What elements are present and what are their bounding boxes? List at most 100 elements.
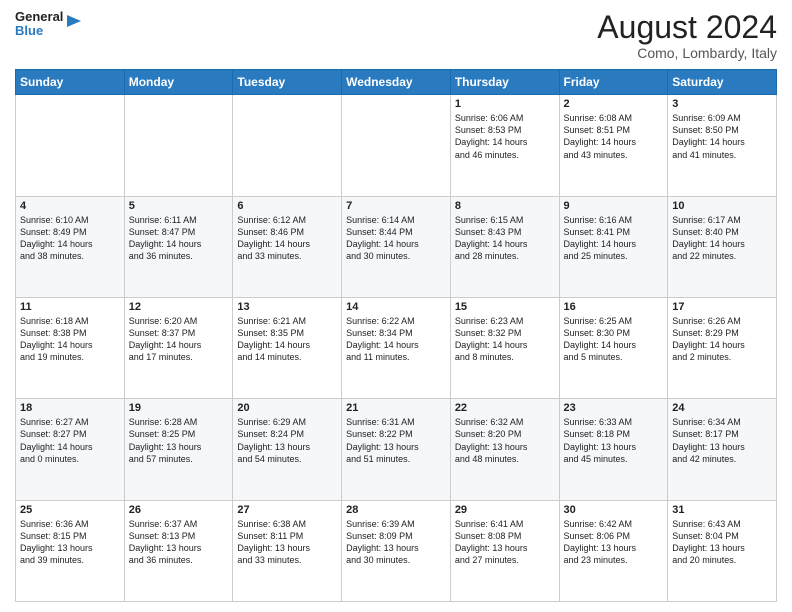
- calendar-cell-1-4: 8Sunrise: 6:15 AMSunset: 8:43 PMDaylight…: [450, 196, 559, 297]
- calendar-cell-2-2: 13Sunrise: 6:21 AMSunset: 8:35 PMDayligh…: [233, 297, 342, 398]
- day-info-line: Daylight: 13 hours: [237, 441, 337, 453]
- day-info-line: Daylight: 14 hours: [20, 441, 120, 453]
- day-info-line: Sunset: 8:17 PM: [672, 428, 772, 440]
- day-info-line: Daylight: 13 hours: [346, 441, 446, 453]
- day-info-line: and 23 minutes.: [564, 554, 664, 566]
- day-number: 25: [20, 504, 120, 516]
- day-number: 18: [20, 402, 120, 414]
- day-info-line: Daylight: 14 hours: [672, 238, 772, 250]
- day-info-line: Daylight: 13 hours: [455, 441, 555, 453]
- day-number: 28: [346, 504, 446, 516]
- day-info-line: Sunset: 8:30 PM: [564, 327, 664, 339]
- logo-flag-icon: [65, 13, 83, 35]
- day-number: 22: [455, 402, 555, 414]
- day-number: 30: [564, 504, 664, 516]
- day-info-line: Sunrise: 6:23 AM: [455, 315, 555, 327]
- day-info-line: Sunrise: 6:32 AM: [455, 416, 555, 428]
- calendar-subtitle: Como, Lombardy, Italy: [597, 45, 777, 61]
- day-number: 5: [129, 200, 229, 212]
- day-info-line: and 45 minutes.: [564, 453, 664, 465]
- day-number: 4: [20, 200, 120, 212]
- calendar-cell-4-5: 30Sunrise: 6:42 AMSunset: 8:06 PMDayligh…: [559, 500, 668, 601]
- day-info-line: Daylight: 14 hours: [564, 136, 664, 148]
- calendar-cell-0-4: 1Sunrise: 6:06 AMSunset: 8:53 PMDaylight…: [450, 95, 559, 196]
- day-number: 1: [455, 98, 555, 110]
- day-info-line: Sunset: 8:35 PM: [237, 327, 337, 339]
- week-row-4: 18Sunrise: 6:27 AMSunset: 8:27 PMDayligh…: [16, 399, 777, 500]
- day-info-line: Sunset: 8:08 PM: [455, 530, 555, 542]
- day-info-line: Sunrise: 6:31 AM: [346, 416, 446, 428]
- calendar-cell-0-2: [233, 95, 342, 196]
- day-info-line: Daylight: 14 hours: [346, 339, 446, 351]
- calendar-cell-4-2: 27Sunrise: 6:38 AMSunset: 8:11 PMDayligh…: [233, 500, 342, 601]
- calendar-cell-0-0: [16, 95, 125, 196]
- day-info-line: and 30 minutes.: [346, 250, 446, 262]
- day-info-line: Sunrise: 6:18 AM: [20, 315, 120, 327]
- day-info-line: and 22 minutes.: [672, 250, 772, 262]
- day-info-line: Daylight: 14 hours: [129, 238, 229, 250]
- day-info-line: Sunset: 8:24 PM: [237, 428, 337, 440]
- day-info-line: Sunset: 8:04 PM: [672, 530, 772, 542]
- day-info-line: Daylight: 13 hours: [455, 542, 555, 554]
- day-info-line: and 11 minutes.: [346, 351, 446, 363]
- day-number: 13: [237, 301, 337, 313]
- day-info-line: and 20 minutes.: [672, 554, 772, 566]
- day-info-line: Daylight: 14 hours: [455, 339, 555, 351]
- day-info-line: and 51 minutes.: [346, 453, 446, 465]
- day-number: 2: [564, 98, 664, 110]
- day-info-line: Daylight: 14 hours: [129, 339, 229, 351]
- day-info-line: Sunset: 8:18 PM: [564, 428, 664, 440]
- page: General Blue August 2024 Como, Lombardy,…: [0, 0, 792, 612]
- day-info-line: Sunset: 8:13 PM: [129, 530, 229, 542]
- calendar-table: Sunday Monday Tuesday Wednesday Thursday…: [15, 69, 777, 602]
- day-info-line: Sunset: 8:06 PM: [564, 530, 664, 542]
- day-info-line: Sunrise: 6:11 AM: [129, 214, 229, 226]
- calendar-cell-4-6: 31Sunrise: 6:43 AMSunset: 8:04 PMDayligh…: [668, 500, 777, 601]
- week-row-1: 1Sunrise: 6:06 AMSunset: 8:53 PMDaylight…: [16, 95, 777, 196]
- day-info-line: Sunset: 8:22 PM: [346, 428, 446, 440]
- day-info-line: and 33 minutes.: [237, 554, 337, 566]
- day-info-line: Sunset: 8:25 PM: [129, 428, 229, 440]
- day-info-line: and 46 minutes.: [455, 149, 555, 161]
- day-info-line: Sunrise: 6:20 AM: [129, 315, 229, 327]
- day-info-line: Daylight: 13 hours: [672, 441, 772, 453]
- calendar-cell-1-0: 4Sunrise: 6:10 AMSunset: 8:49 PMDaylight…: [16, 196, 125, 297]
- day-info-line: Sunrise: 6:29 AM: [237, 416, 337, 428]
- day-info-line: and 0 minutes.: [20, 453, 120, 465]
- day-number: 9: [564, 200, 664, 212]
- day-info-line: and 17 minutes.: [129, 351, 229, 363]
- col-tuesday: Tuesday: [233, 70, 342, 95]
- calendar-cell-3-6: 24Sunrise: 6:34 AMSunset: 8:17 PMDayligh…: [668, 399, 777, 500]
- col-monday: Monday: [124, 70, 233, 95]
- day-info-line: Sunrise: 6:26 AM: [672, 315, 772, 327]
- day-info-line: Sunrise: 6:21 AM: [237, 315, 337, 327]
- week-row-2: 4Sunrise: 6:10 AMSunset: 8:49 PMDaylight…: [16, 196, 777, 297]
- day-info-line: Daylight: 13 hours: [237, 542, 337, 554]
- day-info-line: and 2 minutes.: [672, 351, 772, 363]
- day-info-line: Daylight: 14 hours: [564, 339, 664, 351]
- day-info-line: and 25 minutes.: [564, 250, 664, 262]
- day-info-line: Sunrise: 6:17 AM: [672, 214, 772, 226]
- day-info-line: Sunrise: 6:15 AM: [455, 214, 555, 226]
- day-info-line: and 36 minutes.: [129, 250, 229, 262]
- day-info-line: Sunset: 8:40 PM: [672, 226, 772, 238]
- day-number: 27: [237, 504, 337, 516]
- day-info-line: Sunrise: 6:37 AM: [129, 518, 229, 530]
- day-info-line: Sunset: 8:20 PM: [455, 428, 555, 440]
- calendar-cell-1-5: 9Sunrise: 6:16 AMSunset: 8:41 PMDaylight…: [559, 196, 668, 297]
- day-number: 23: [564, 402, 664, 414]
- col-sunday: Sunday: [16, 70, 125, 95]
- calendar-cell-1-6: 10Sunrise: 6:17 AMSunset: 8:40 PMDayligh…: [668, 196, 777, 297]
- day-info-line: Daylight: 14 hours: [564, 238, 664, 250]
- day-info-line: Daylight: 13 hours: [20, 542, 120, 554]
- day-number: 24: [672, 402, 772, 414]
- day-info-line: Daylight: 13 hours: [564, 542, 664, 554]
- calendar-cell-0-1: [124, 95, 233, 196]
- day-info-line: Sunset: 8:29 PM: [672, 327, 772, 339]
- day-info-line: and 14 minutes.: [237, 351, 337, 363]
- col-friday: Friday: [559, 70, 668, 95]
- day-info-line: and 19 minutes.: [20, 351, 120, 363]
- week-row-5: 25Sunrise: 6:36 AMSunset: 8:15 PMDayligh…: [16, 500, 777, 601]
- day-info-line: Sunrise: 6:10 AM: [20, 214, 120, 226]
- day-info-line: Daylight: 13 hours: [129, 542, 229, 554]
